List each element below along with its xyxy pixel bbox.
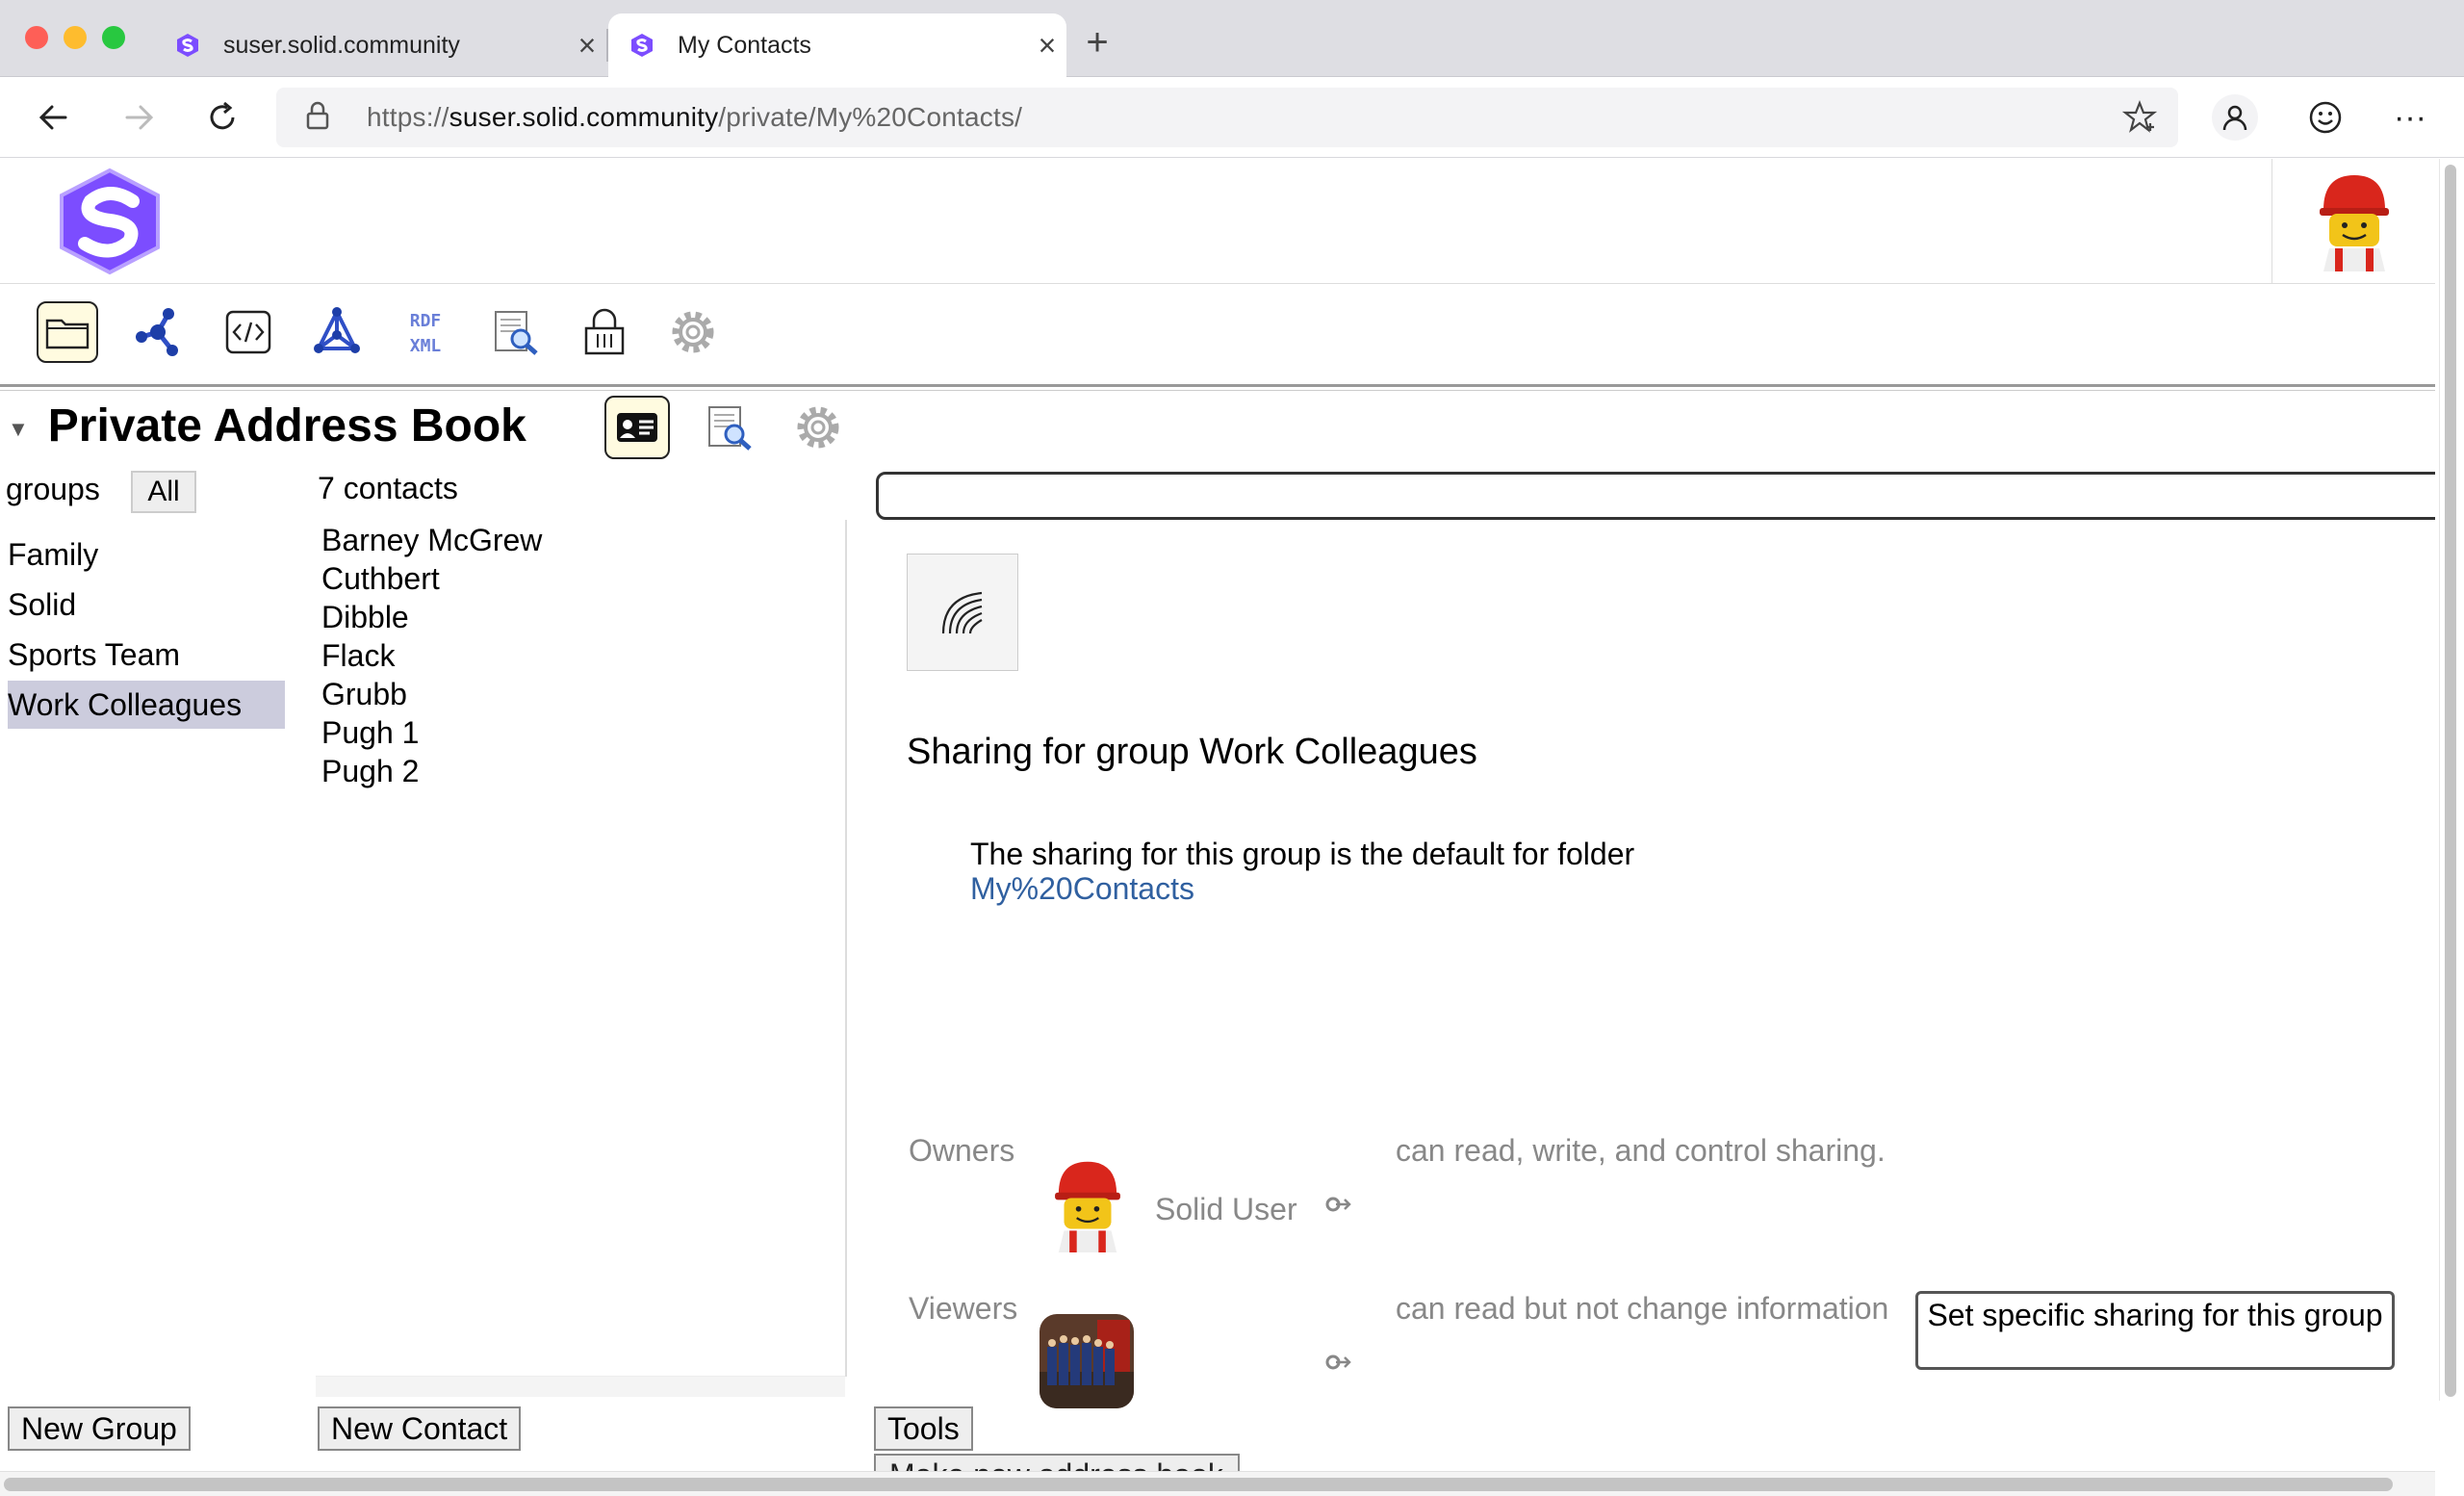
folder-link[interactable]: My%20Contacts <box>970 871 1634 906</box>
url-text: https://suser.solid.community/private/My… <box>367 102 1022 133</box>
inspect-icon[interactable] <box>485 301 547 363</box>
solid-favicon-icon <box>175 33 200 58</box>
viewers-group-photo[interactable] <box>1040 1314 1134 1408</box>
contact-item[interactable]: Cuthbert <box>321 561 440 597</box>
reload-icon[interactable] <box>200 94 246 141</box>
tab-title: My Contacts <box>678 31 811 59</box>
solid-logo-icon[interactable] <box>52 167 167 276</box>
source-code-icon[interactable] <box>218 301 279 363</box>
contact-item[interactable]: Grubb <box>321 677 407 712</box>
viewers-label: Viewers <box>909 1291 1018 1326</box>
favorite-star-icon[interactable] <box>2121 99 2158 139</box>
close-window-button[interactable] <box>25 26 48 49</box>
make-new-address-book-button[interactable]: Make new address book <box>874 1454 1240 1473</box>
new-contact-button[interactable]: New Contact <box>318 1406 522 1451</box>
lock-icon <box>305 101 344 135</box>
folder-icon[interactable] <box>37 301 98 363</box>
browser-toolbar: https://suser.solid.community/private/My… <box>0 77 2464 158</box>
rdf-xml-icon[interactable]: RDF XML <box>395 301 456 363</box>
new-group-button[interactable]: New Group <box>8 1406 191 1451</box>
network-icon[interactable] <box>127 301 189 363</box>
contact-card-icon[interactable] <box>604 396 670 459</box>
divider <box>0 384 2435 391</box>
group-item-work-colleagues[interactable]: Work Colleagues <box>8 681 285 729</box>
solid-favicon-icon <box>629 33 654 58</box>
group-fingerprint-icon <box>907 554 1018 671</box>
sharing-title: Sharing for group Work Colleagues <box>907 732 1477 772</box>
default-sharing-label: The sharing for this group is the defaul… <box>970 837 1635 871</box>
new-tab-icon[interactable]: + <box>1078 21 1116 64</box>
contact-item[interactable]: Flack <box>321 638 395 674</box>
solid-header <box>0 159 2435 284</box>
contact-item[interactable]: Pugh 2 <box>321 754 419 789</box>
set-specific-sharing-button[interactable]: Set specific sharing for this group <box>1915 1291 2395 1370</box>
collapse-triangle-icon[interactable]: ▼ <box>8 417 29 442</box>
horizontal-scrollbar[interactable] <box>0 1471 2435 1496</box>
lock-icon[interactable] <box>574 301 635 363</box>
tab-my-contacts[interactable]: My Contacts × <box>608 13 1066 77</box>
tools-button[interactable]: Tools <box>874 1406 973 1451</box>
tab-title: suser.solid.community <box>223 31 460 59</box>
contacts-pane-footer <box>316 1376 845 1397</box>
url-host: suser.solid.community <box>449 102 719 132</box>
tab-suser-solid-community[interactable]: suser.solid.community × <box>154 13 608 77</box>
forward-icon[interactable] <box>116 94 162 141</box>
owners-label: Owners <box>909 1133 1015 1168</box>
owners-description: can read, write, and control sharing. <box>1396 1133 1886 1168</box>
minimize-window-button[interactable] <box>64 26 87 49</box>
feedback-smiley-icon[interactable] <box>2302 94 2348 141</box>
url-path: /private/My%20Contacts/ <box>718 102 1023 132</box>
page-content: RDF XML ▼ Private Address Book groups All… <box>0 159 2435 1496</box>
scroll-thumb[interactable] <box>2445 165 2456 1397</box>
contact-item[interactable]: Pugh 1 <box>321 715 419 751</box>
all-groups-button[interactable]: All <box>131 471 196 513</box>
owner-name: Solid User <box>1155 1192 1297 1226</box>
graph-icon[interactable] <box>306 301 368 363</box>
default-sharing-text: The sharing for this group is the defaul… <box>970 837 1634 906</box>
svg-text:XML: XML <box>410 336 442 356</box>
scroll-thumb[interactable] <box>4 1478 2393 1491</box>
contact-item[interactable]: Dibble <box>321 600 409 635</box>
browser-tab-bar: suser.solid.community × My Contacts × + <box>0 0 2464 77</box>
group-item-solid[interactable]: Solid <box>8 580 285 629</box>
url-scheme: https:// <box>367 102 449 132</box>
group-item-sports-team[interactable]: Sports Team <box>8 631 285 679</box>
contact-item[interactable]: Barney McGrew <box>321 523 542 558</box>
svg-text:RDF: RDF <box>410 311 442 331</box>
address-book-title: Private Address Book <box>47 400 526 451</box>
user-avatar[interactable] <box>2272 159 2435 284</box>
groups-label: groups <box>6 472 100 506</box>
profile-icon[interactable] <box>2212 94 2258 141</box>
more-menu-icon[interactable]: ··· <box>2387 94 2433 141</box>
close-tab-icon[interactable]: × <box>568 28 606 64</box>
page-title: ▼ Private Address Book <box>8 400 526 452</box>
link-icon[interactable] <box>1324 1195 1351 1214</box>
pane-toolbar: RDF XML <box>0 284 2435 380</box>
back-icon[interactable] <box>31 94 77 141</box>
search-input[interactable] <box>876 472 2435 520</box>
address-bar[interactable]: https://suser.solid.community/private/My… <box>276 88 2178 147</box>
owner-avatar[interactable] <box>1045 1158 1130 1252</box>
link-icon[interactable] <box>1324 1353 1351 1372</box>
settings-icon[interactable] <box>662 301 724 363</box>
vertical-scrollbar[interactable] <box>2439 159 2460 1401</box>
viewers-description: can read but not change information <box>1396 1291 1889 1326</box>
zoom-window-button[interactable] <box>102 26 125 49</box>
settings-icon[interactable] <box>785 396 851 459</box>
contact-count: 7 contacts <box>318 471 458 505</box>
close-tab-icon[interactable]: × <box>1028 28 1066 64</box>
pane-divider[interactable] <box>845 520 847 1377</box>
inspect-icon[interactable] <box>697 396 762 459</box>
group-item-family[interactable]: Family <box>8 530 285 579</box>
